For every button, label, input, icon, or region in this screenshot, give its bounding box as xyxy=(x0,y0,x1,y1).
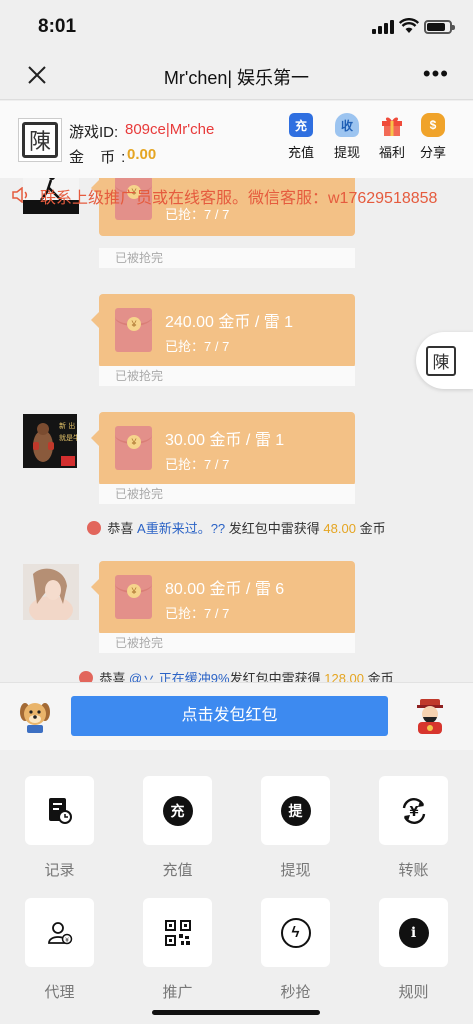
boxer-photo-icon: 新 出 就是牛 xyxy=(23,414,77,468)
svg-text:¥: ¥ xyxy=(65,937,69,944)
coin-label: 金 币: xyxy=(69,149,132,166)
sender-avatar[interactable]: 新 出 就是牛 xyxy=(23,414,77,468)
grid-recharge-button[interactable]: 充 充值 xyxy=(143,776,212,880)
portrait-photo-icon xyxy=(23,564,79,620)
svg-text:就是牛: 就是牛 xyxy=(59,433,77,442)
svg-text:新 出: 新 出 xyxy=(59,421,75,430)
red-packet[interactable]: 240.00 金币 / 雷 1 已抢：7 / 7 xyxy=(91,294,355,368)
packet-status: 已被抢完 xyxy=(99,633,355,653)
floating-service-button[interactable]: 陳 xyxy=(416,332,473,389)
cellular-signal-icon xyxy=(372,20,396,34)
notice-icon xyxy=(87,521,102,535)
top-withdraw-label: 提现 xyxy=(333,145,360,160)
lucky-notice: 恭喜 @丷 正在缓冲9%发红包中雷获得 128.00 金币 xyxy=(0,668,473,682)
send-red-packet-button[interactable]: 点击发包红包 xyxy=(71,696,388,736)
recharge-icon: 充 xyxy=(289,113,313,137)
agent-icon: ¥ xyxy=(47,921,72,944)
record-icon xyxy=(48,797,72,824)
top-share-label: 分享 xyxy=(419,145,446,160)
grid-withdraw-label: 提现 xyxy=(280,862,311,879)
top-recharge-label: 充值 xyxy=(287,145,314,160)
packet-grabbed: 已抢：7 / 7 xyxy=(165,339,230,354)
packet-amount: 240.00 金币 / 雷 1 xyxy=(165,314,294,331)
user-avatar[interactable]: 陳 xyxy=(18,118,62,162)
seal-logo-icon: 陳 xyxy=(22,122,58,158)
grid-rules-label: 规则 xyxy=(398,984,429,1001)
grid-rules-button[interactable]: i 规则 xyxy=(379,898,448,1002)
packet-amount: 30.00 金币 / 雷 1 xyxy=(165,432,285,449)
grid-quick-grab-label: 秒抢 xyxy=(280,984,311,1001)
chat-area[interactable]: 已抢：7 / 7 已被抢完 240.00 金币 / 雷 1 已抢：7 / 7 已… xyxy=(0,178,473,682)
recharge-circle-icon: 充 xyxy=(162,795,193,826)
grid-transfer-button[interactable]: ¥ 转账 xyxy=(379,776,448,880)
svg-text:¥: ¥ xyxy=(409,805,418,820)
top-withdraw-button[interactable]: 收 提现 xyxy=(327,113,367,161)
gift-icon xyxy=(382,117,402,136)
notice-icon xyxy=(79,671,94,682)
red-packet[interactable]: 80.00 金币 / 雷 6 已抢：7 / 7 xyxy=(91,561,355,635)
status-bar: 8:01 xyxy=(0,0,473,50)
top-welfare-label: 福利 xyxy=(378,145,405,160)
packet-status: 已被抢完 xyxy=(99,248,355,268)
grid-record-label: 记录 xyxy=(44,862,75,879)
game-id-value: 809ce|Mr'che xyxy=(125,121,215,138)
coin-bag-icon: $ xyxy=(421,113,445,137)
home-indicator xyxy=(152,1010,320,1015)
speaker-icon xyxy=(12,187,28,203)
packet-status: 已被抢完 xyxy=(99,366,355,386)
announcement-marquee: 联系上级推广员或在线客服。微信客服：w17629518858 xyxy=(0,178,473,212)
more-icon[interactable]: ••• xyxy=(423,63,449,85)
red-envelope-icon xyxy=(115,575,152,619)
wifi-icon xyxy=(399,18,419,33)
withdraw-bag-icon: 收 xyxy=(335,113,359,137)
grid-record-button[interactable]: 记录 xyxy=(25,776,94,880)
red-packet[interactable]: 30.00 金币 / 雷 1 已抢：7 / 7 xyxy=(91,412,355,486)
page-title: Mr'chen| 娱乐第一 xyxy=(163,68,310,88)
packet-status: 已被抢完 xyxy=(99,484,355,504)
grid-recharge-label: 充值 xyxy=(162,862,193,879)
status-time: 8:01 xyxy=(38,16,77,37)
function-grid: 记录 充 充值 提 提现 ¥ 转账 ¥ 代理 推广 ϟ 秒抢 i 规则 xyxy=(0,751,473,1024)
grid-quick-grab-button[interactable]: ϟ 秒抢 xyxy=(261,898,330,1002)
grid-agent-button[interactable]: ¥ 代理 xyxy=(25,898,94,1002)
withdraw-circle-icon: 提 xyxy=(280,795,311,826)
dog-mascot-icon[interactable] xyxy=(17,698,53,734)
red-envelope-icon xyxy=(115,426,152,470)
seal-logo-icon: 陳 xyxy=(426,345,456,376)
nav-bar: Mr'chen| 娱乐第一 ••• xyxy=(0,50,473,100)
packet-amount: 80.00 金币 / 雷 6 xyxy=(165,581,285,598)
top-welfare-button[interactable]: 福利 xyxy=(372,113,412,161)
grid-transfer-label: 转账 xyxy=(398,862,429,879)
coin-balance: 0.00 xyxy=(127,146,157,163)
packet-grabbed: 已抢：7 / 7 xyxy=(165,457,230,472)
packet-grabbed: 已抢：7 / 7 xyxy=(165,606,230,621)
red-envelope-icon xyxy=(115,308,152,352)
fortune-god-icon[interactable] xyxy=(413,697,447,735)
game-id-label: 游戏ID: xyxy=(69,124,119,141)
grid-withdraw-button[interactable]: 提 提现 xyxy=(261,776,330,880)
qrcode-icon xyxy=(164,919,191,946)
info-icon: i xyxy=(398,917,429,948)
lucky-notice: 恭喜 A重新来过。?? 发红包中雷获得 48.00 金币 xyxy=(0,518,473,537)
top-share-button[interactable]: $ 分享 xyxy=(413,113,453,161)
sender-avatar[interactable] xyxy=(23,564,79,620)
grid-promote-button[interactable]: 推广 xyxy=(143,898,212,1002)
lightning-icon: ϟ xyxy=(280,917,311,948)
grid-agent-label: 代理 xyxy=(44,984,75,1001)
top-recharge-button[interactable]: 充 充值 xyxy=(281,113,321,161)
battery-icon xyxy=(424,20,455,34)
announcement-text: 联系上级推广员或在线客服。微信客服：w17629518858 xyxy=(40,190,438,207)
grid-promote-label: 推广 xyxy=(162,984,193,1001)
transfer-icon: ¥ xyxy=(402,797,425,824)
